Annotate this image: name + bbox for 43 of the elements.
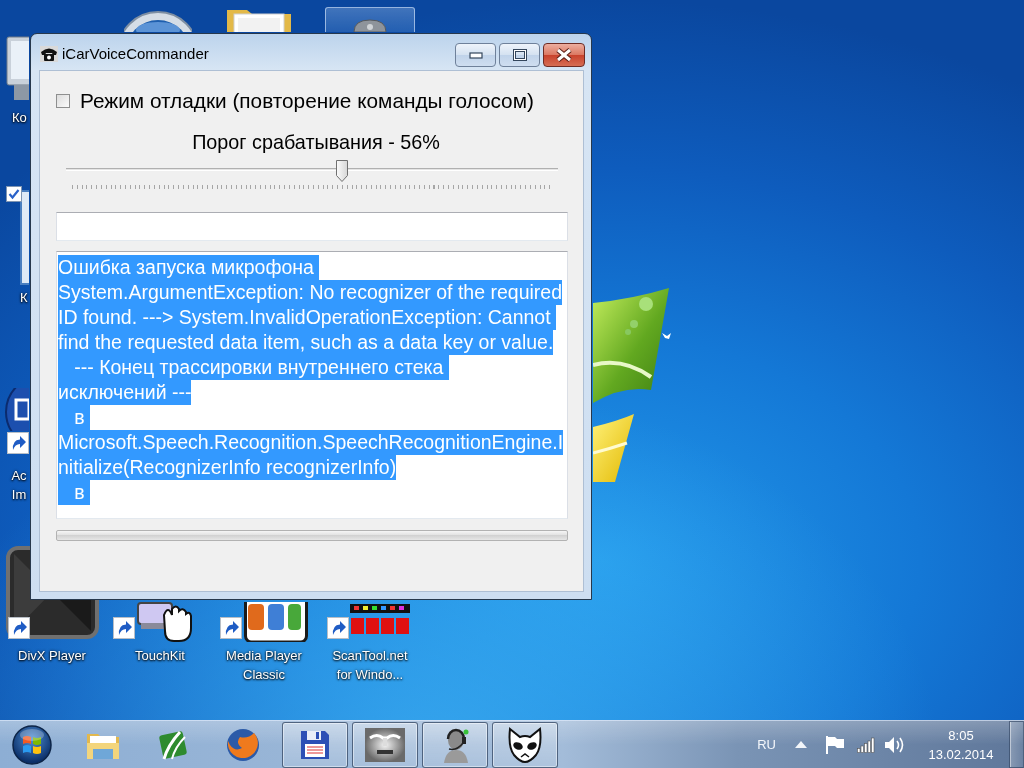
- clock-time[interactable]: 8:05: [948, 725, 974, 745]
- maximize-icon: [512, 49, 527, 61]
- debug-checkbox[interactable]: [56, 93, 70, 108]
- card-icon[interactable]: [244, 602, 308, 642]
- close-button[interactable]: [543, 43, 585, 67]
- dome-icon[interactable]: [353, 19, 387, 32]
- alien-face-icon: [506, 726, 544, 763]
- icon-checkbox[interactable]: [6, 186, 22, 202]
- icon-label[interactable]: Media Player Classic: [219, 646, 309, 684]
- taskbar-button[interactable]: [282, 721, 348, 768]
- speaker-icon[interactable]: [884, 735, 906, 754]
- fox-globe-icon[interactable]: [225, 726, 261, 763]
- window-title: iCarVoiceCommander: [62, 45, 209, 63]
- checkbox-label[interactable]: Режим отладки (повторение команды голосом): [80, 89, 534, 112]
- taskbar-button[interactable]: [492, 721, 558, 768]
- icon-label[interactable]: TouchKit: [115, 646, 205, 665]
- threshold-label: Порог срабатывания - 56%: [192, 132, 440, 153]
- device-icon: [365, 727, 405, 762]
- minimize-icon: [468, 51, 483, 59]
- close-icon: [555, 47, 573, 63]
- icon-label[interactable]: Ко: [12, 108, 27, 127]
- phone-icon: [40, 46, 58, 62]
- show-desktop-button[interactable]: [1009, 721, 1024, 768]
- maximize-button[interactable]: [499, 43, 540, 67]
- icon-label[interactable]: К: [20, 288, 28, 307]
- flag-icon[interactable]: [825, 735, 845, 754]
- clock-date[interactable]: 13.02.2014: [928, 744, 994, 764]
- slider-thumb[interactable]: [335, 160, 348, 182]
- minimize-button[interactable]: [455, 43, 496, 67]
- taskbar-button[interactable]: [422, 721, 488, 768]
- caret-up-icon[interactable]: [795, 741, 807, 748]
- taskbar-button[interactable]: [352, 721, 418, 768]
- log-text-area[interactable]: [56, 251, 568, 519]
- start-orb-icon[interactable]: [12, 724, 52, 765]
- signal-bars-icon[interactable]: [857, 736, 875, 753]
- folder-icon[interactable]: [226, 9, 291, 32]
- icon-label[interactable]: ScanTool.net for Windo...: [325, 646, 415, 684]
- hand-pointer-icon[interactable]: [137, 602, 193, 642]
- language-indicator[interactable]: RU: [757, 736, 776, 753]
- icon-label[interactable]: Ac Im: [9, 466, 29, 504]
- led-board-icon[interactable]: [350, 604, 410, 634]
- text-input-field[interactable]: [56, 212, 568, 241]
- icon-label[interactable]: DivX Player: [7, 646, 97, 665]
